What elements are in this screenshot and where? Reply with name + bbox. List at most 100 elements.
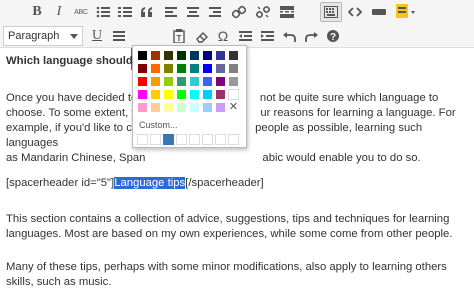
media-button[interactable] (368, 2, 390, 22)
link-button[interactable] (228, 2, 250, 22)
color-swatch[interactable] (176, 50, 187, 61)
bold-button[interactable]: B (26, 2, 48, 22)
italic-button[interactable]: I (48, 2, 70, 22)
text-fragment: ur reasons for learning a language. For (260, 107, 456, 119)
outdent-button[interactable] (234, 26, 256, 46)
color-swatch[interactable] (228, 76, 239, 87)
color-swatch[interactable] (176, 63, 187, 74)
custom-color-swatch[interactable] (215, 134, 226, 145)
color-swatch[interactable] (189, 76, 200, 87)
numbered-list-icon (118, 7, 132, 17)
paragraph-skills: Many of these tips, perhaps with some mi… (6, 261, 447, 288)
read-more-icon (280, 6, 294, 18)
align-right-icon (209, 6, 221, 17)
color-swatch[interactable] (202, 50, 213, 61)
format-select[interactable]: Paragraph (3, 26, 83, 46)
remove-color-button[interactable]: ✕ (228, 102, 239, 113)
color-swatch[interactable] (150, 63, 161, 74)
color-picker-popup: ✕ Custom... (132, 45, 247, 148)
selected-text[interactable]: Language tips (114, 177, 186, 189)
undo-button[interactable] (278, 26, 300, 46)
color-swatch[interactable] (202, 76, 213, 87)
paste-text-button[interactable]: T (168, 26, 190, 46)
custom-color-swatch[interactable] (163, 134, 174, 145)
color-swatch[interactable] (150, 89, 161, 100)
underline-button[interactable]: U (86, 26, 108, 46)
custom-color-link[interactable]: Custom... (139, 120, 178, 130)
eraser-icon (195, 31, 208, 43)
color-swatch[interactable] (215, 102, 226, 113)
color-swatch[interactable] (189, 63, 200, 74)
align-left-icon (165, 6, 177, 17)
text-fragment: not be quite sure which language to (259, 92, 439, 104)
redo-icon (304, 32, 318, 42)
color-swatch[interactable] (176, 102, 187, 113)
undo-icon (282, 32, 296, 42)
custom-color-swatch[interactable] (150, 134, 161, 145)
bullet-list-icon (96, 6, 110, 18)
heading-text: Which language should I l (6, 55, 146, 67)
custom-color-swatch[interactable] (202, 134, 213, 145)
help-button[interactable]: ? (322, 26, 344, 46)
shortcode-line: [spacerheader id="5"]Language tips[/spac… (6, 176, 468, 191)
color-swatch[interactable] (215, 89, 226, 100)
special-character-button[interactable]: Ω (212, 26, 234, 46)
align-center-icon (187, 6, 199, 17)
text-fragment: abic would enable you to do so. (262, 152, 421, 164)
color-swatch[interactable] (189, 102, 200, 113)
color-swatch[interactable] (137, 102, 148, 113)
justify-button[interactable] (108, 26, 130, 46)
indent-button[interactable] (256, 26, 278, 46)
paste-text-icon: T (173, 29, 185, 43)
code-button[interactable] (344, 2, 366, 22)
color-swatch[interactable] (150, 50, 161, 61)
color-swatch[interactable] (163, 50, 174, 61)
color-swatch[interactable] (228, 50, 239, 61)
indent-icon (260, 30, 274, 41)
color-swatch[interactable] (176, 76, 187, 87)
color-swatch[interactable] (189, 89, 200, 100)
color-swatch[interactable] (215, 63, 226, 74)
align-left-button[interactable] (160, 2, 182, 22)
custom-color-swatch[interactable] (228, 134, 239, 145)
paragraph-line: as Mandarin Chinese, Span abic would enab… (6, 151, 468, 166)
redo-button[interactable] (300, 26, 322, 46)
color-swatch[interactable] (150, 76, 161, 87)
color-swatch[interactable] (137, 50, 148, 61)
color-swatch[interactable] (137, 89, 148, 100)
bullet-list-button[interactable] (92, 2, 114, 22)
numbered-list-button[interactable] (114, 2, 136, 22)
custom-color-swatch[interactable] (137, 134, 148, 145)
clear-formatting-button[interactable] (190, 26, 212, 46)
color-swatch[interactable] (202, 63, 213, 74)
color-swatch[interactable] (163, 89, 174, 100)
link-icon (232, 5, 246, 19)
color-swatch[interactable] (215, 50, 226, 61)
color-swatch[interactable] (137, 76, 148, 87)
blockquote-button[interactable] (136, 2, 158, 22)
color-swatch[interactable] (150, 102, 161, 113)
text-fragment: as Mandarin Chinese, Span (6, 152, 146, 164)
align-center-button[interactable] (182, 2, 204, 22)
color-swatch[interactable] (176, 89, 187, 100)
toolbar-row-1: B I ABC (0, 0, 474, 24)
color-swatch[interactable] (202, 102, 213, 113)
color-swatch[interactable] (215, 76, 226, 87)
color-swatch[interactable] (202, 89, 213, 100)
color-swatch[interactable] (163, 76, 174, 87)
color-swatch[interactable] (163, 63, 174, 74)
color-swatch[interactable] (228, 63, 239, 74)
color-swatch[interactable] (189, 50, 200, 61)
color-swatch[interactable] (228, 89, 239, 100)
unlink-button[interactable] (252, 2, 274, 22)
highlight-button[interactable] (394, 2, 420, 22)
outdent-icon (238, 30, 252, 41)
custom-color-swatch[interactable] (176, 134, 187, 145)
custom-color-swatch[interactable] (189, 134, 200, 145)
strikethrough-button[interactable]: ABC (70, 2, 92, 22)
toolbar-toggle-button[interactable] (320, 2, 342, 22)
color-swatch[interactable] (137, 63, 148, 74)
color-swatch[interactable] (163, 102, 174, 113)
read-more-button[interactable] (276, 2, 298, 22)
align-right-button[interactable] (204, 2, 226, 22)
